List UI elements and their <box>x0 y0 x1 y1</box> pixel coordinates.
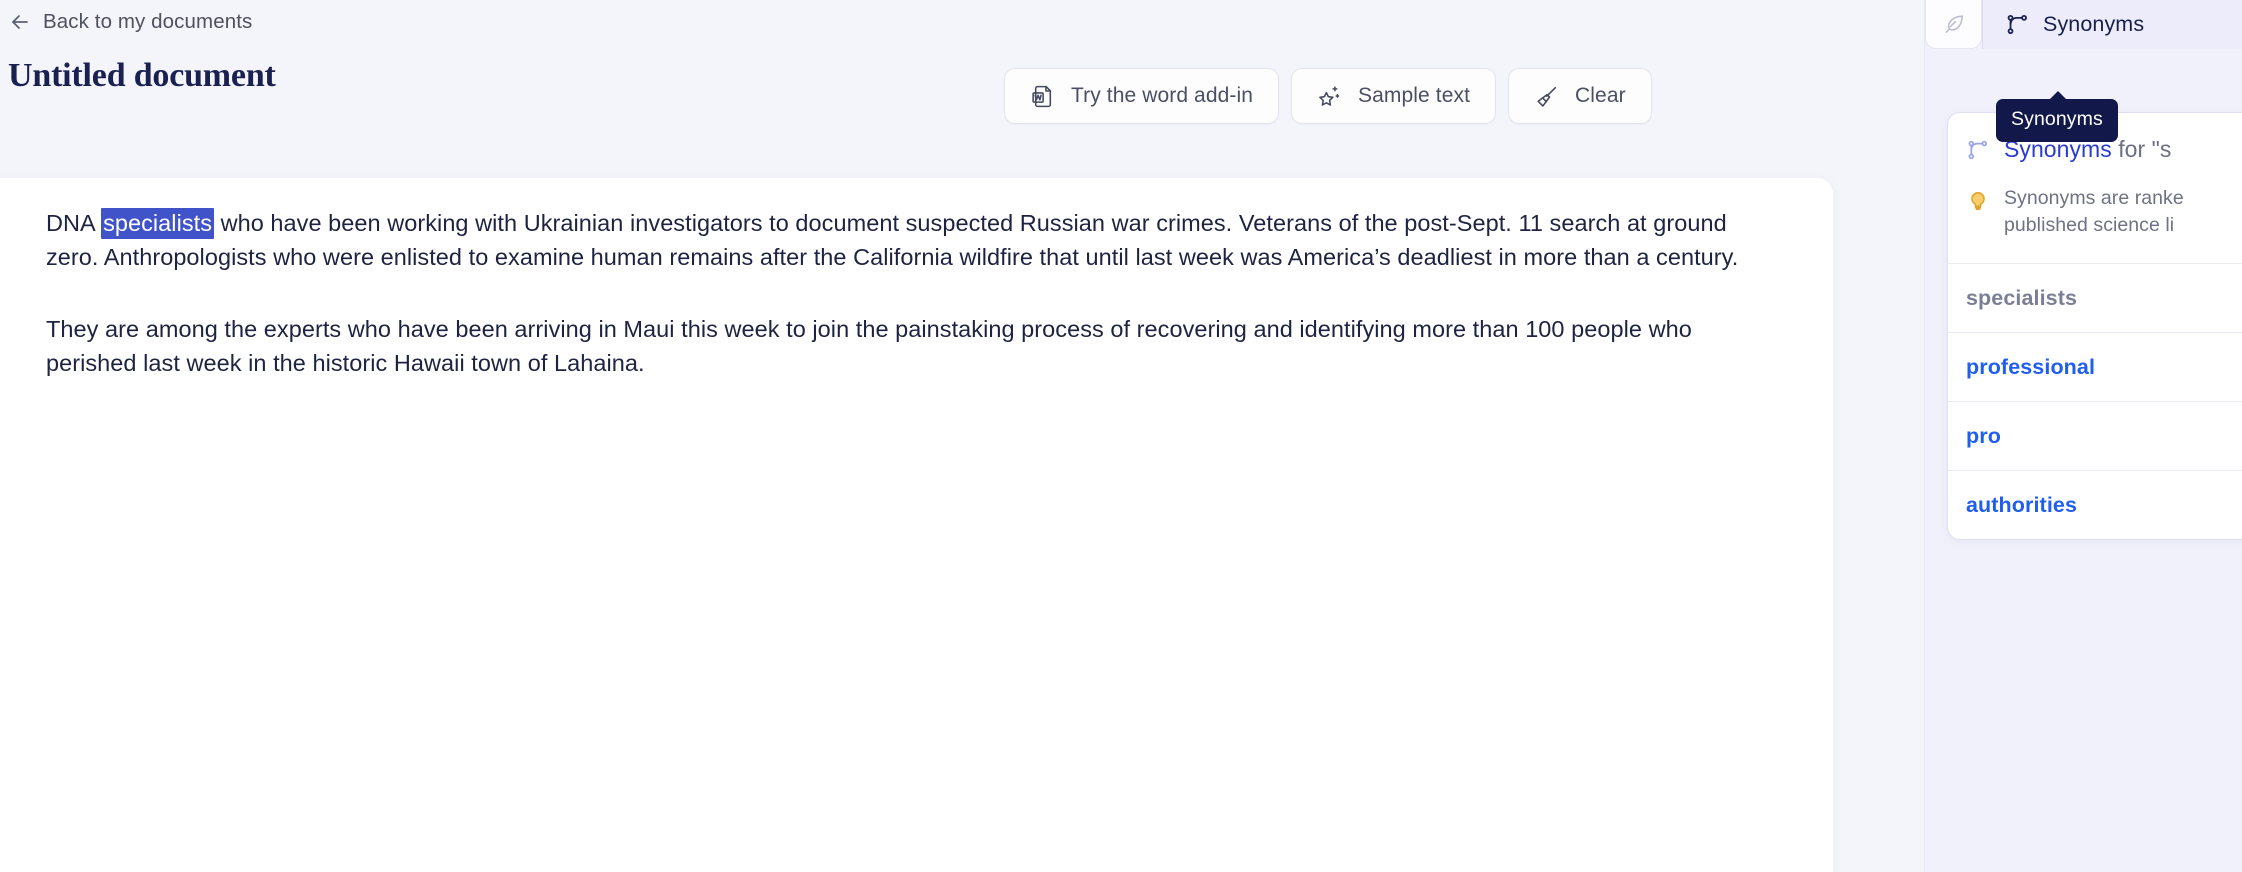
document-editor-card[interactable]: DNA specialists who have been working wi… <box>0 178 1833 872</box>
try-word-addin-button[interactable]: Try the word add-in <box>1004 68 1280 124</box>
quill-feather-icon <box>1945 15 1963 33</box>
back-link-label: Back to my documents <box>43 10 253 33</box>
synonyms-tip-text: Synonyms are ranke published science li <box>2004 185 2184 239</box>
synonyms-tip-line-1: Synonyms are ranke <box>2004 187 2184 209</box>
document-paragraph-1: DNA specialists who have been working wi… <box>46 206 1746 274</box>
branch-fork-icon <box>2007 14 2027 35</box>
paragraph1-before: DNA <box>46 210 102 236</box>
synonyms-tip: Synonyms are ranke published science li <box>1948 163 2242 263</box>
synonym-item[interactable]: pro <box>1948 402 2242 471</box>
document-paragraph-2: They are among the experts who have been… <box>46 316 1692 376</box>
sidebar-tabbar: Synonyms <box>1925 0 2242 49</box>
branch-fork-icon <box>1968 140 1988 160</box>
clear-label: Clear <box>1575 84 1626 107</box>
editor-column: Back to my documents Untitled document T… <box>0 0 1924 872</box>
synonyms-tooltip: Synonyms <box>1996 91 2118 142</box>
word-document-icon <box>1032 85 1052 107</box>
clear-button[interactable]: Clear <box>1508 68 1652 124</box>
synonym-item[interactable]: professional <box>1948 333 2242 402</box>
synonym-item-current: specialists <box>1948 264 2242 333</box>
tab-synonyms[interactable]: Synonyms <box>1982 0 2242 49</box>
app-root: Back to my documents Untitled document T… <box>0 0 2242 872</box>
arrow-left-icon <box>12 15 28 29</box>
broom-icon <box>1537 86 1557 107</box>
back-to-documents-link[interactable]: Back to my documents <box>8 6 252 38</box>
sample-text-label: Sample text <box>1358 84 1471 107</box>
synonyms-panel-card: Synonyms for "s Synonyms are ranke publi… <box>1947 112 2242 540</box>
lightbulb-icon <box>1971 192 1985 210</box>
synonyms-list: specialists professional pro authorities <box>1948 263 2242 539</box>
editor-toolbar: Try the word add-in Sample text Clear <box>1004 68 1652 124</box>
page-title: Untitled document <box>8 57 276 94</box>
document-text-area[interactable]: DNA specialists who have been working wi… <box>46 206 1746 380</box>
tab-paraphraser[interactable] <box>1925 0 1982 49</box>
sparkle-star-icon <box>1319 85 1340 106</box>
right-sidebar: Synonyms Synonyms Synonyms for "s Synony… <box>1924 0 2242 872</box>
tab-synonyms-label: Synonyms <box>2043 12 2145 36</box>
sample-text-button[interactable]: Sample text <box>1291 68 1497 124</box>
try-word-addin-label: Try the word add-in <box>1071 84 1254 107</box>
synonyms-panel-title-rest: for "s <box>2111 136 2172 162</box>
synonym-item[interactable]: authorities <box>1948 471 2242 539</box>
synonyms-tip-line-2: published science li <box>2004 214 2175 236</box>
selected-word-highlight[interactable]: specialists <box>101 208 215 239</box>
paragraph1-after: who have been working with Ukrainian inv… <box>46 210 1739 270</box>
